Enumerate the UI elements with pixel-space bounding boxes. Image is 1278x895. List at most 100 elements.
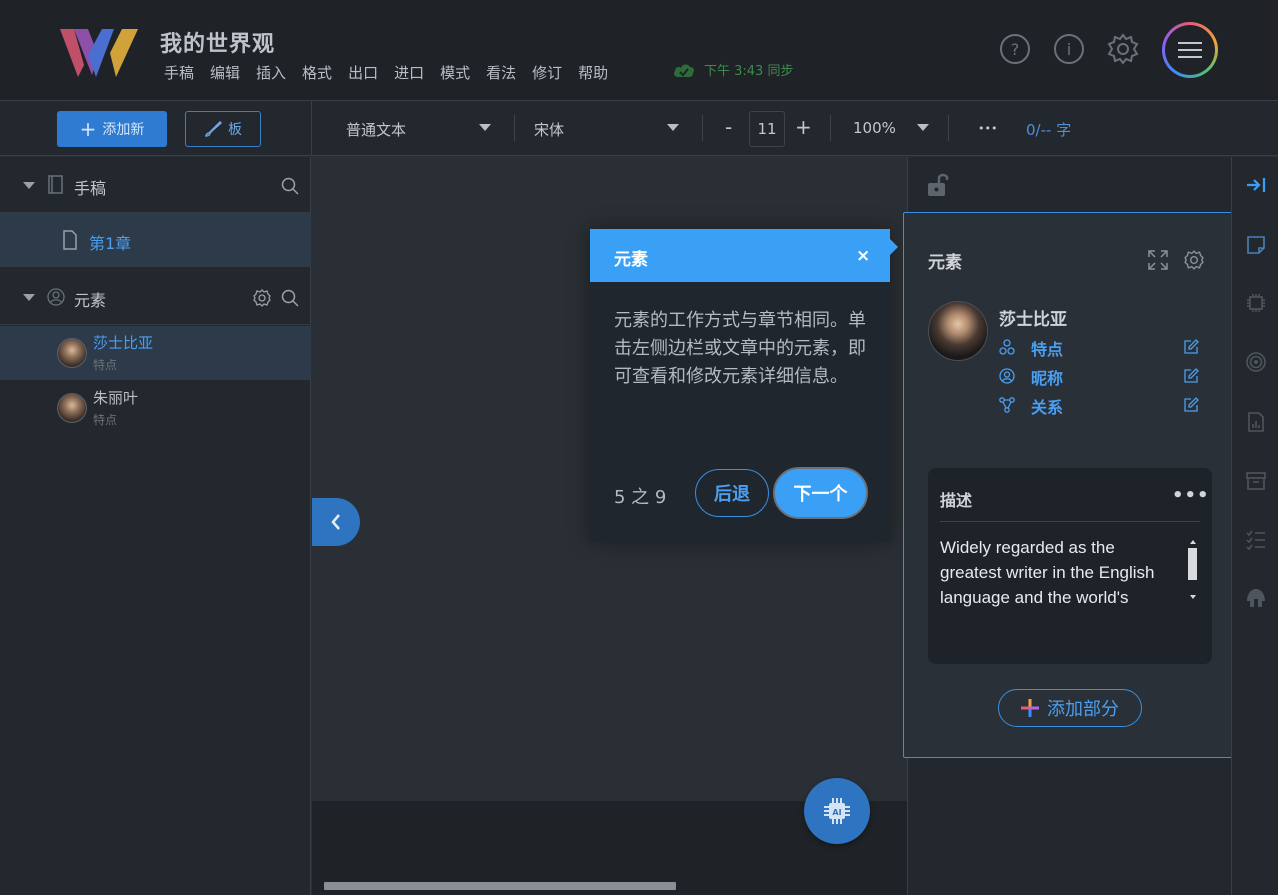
nickname-row[interactable]: 昵称	[999, 365, 1199, 389]
font-caret-icon[interactable]	[667, 124, 679, 131]
chevron-left-icon	[331, 514, 340, 530]
relationship-network-icon	[999, 397, 1015, 413]
traits-icon	[999, 339, 1015, 355]
description-text[interactable]: Widely regarded as the greatest writer i…	[940, 535, 1180, 610]
scroll-up-icon[interactable]	[1189, 539, 1197, 545]
app-title: 我的世界观	[160, 32, 276, 57]
menu-manuscript[interactable]: 手稿	[164, 62, 194, 83]
menu-edit[interactable]: 编辑	[210, 62, 240, 83]
element-sub: 特点	[93, 413, 118, 427]
avatar	[57, 393, 87, 423]
settings-gear-icon[interactable]	[1106, 32, 1140, 66]
menu-import[interactable]: 进口	[394, 62, 424, 83]
edit-icon[interactable]	[1183, 368, 1199, 384]
menu-bar: 手稿 编辑 插入 格式 出口 进口 模式 看法 修订 帮助	[164, 62, 624, 83]
menu-mode[interactable]: 模式	[440, 62, 470, 83]
traits-row[interactable]: 特点	[999, 336, 1199, 360]
manuscript-section-header[interactable]: 手稿	[0, 157, 311, 213]
element-name: 莎士比亚	[999, 310, 1067, 330]
element-portrait[interactable]	[928, 301, 988, 361]
brush-icon	[205, 120, 222, 137]
menu-export[interactable]: 出口	[348, 62, 378, 83]
right-icon-rail	[1231, 157, 1278, 895]
description-title: 描述	[940, 491, 973, 510]
plus-icon: +	[79, 117, 97, 141]
horizontal-scrollbar[interactable]	[324, 882, 676, 890]
elements-section-header[interactable]: 元素	[0, 269, 311, 325]
unlock-icon[interactable]	[926, 172, 952, 198]
word-count[interactable]: 0/-- 字	[1026, 119, 1071, 140]
help-icon[interactable]: ?	[998, 32, 1032, 66]
document-icon	[63, 230, 77, 250]
tour-header: 元素 ×	[590, 229, 890, 282]
main-menu-button[interactable]	[1162, 22, 1218, 78]
user-circle-icon	[999, 368, 1015, 384]
info-icon[interactable]: i	[1052, 32, 1086, 66]
font-size-increase-button[interactable]: +	[795, 115, 812, 139]
font-size-input[interactable]: 11	[749, 111, 785, 147]
menu-insert[interactable]: 插入	[256, 62, 286, 83]
description-scrollbar[interactable]	[1188, 548, 1197, 580]
app-logo-icon	[60, 29, 138, 77]
left-sidebar: 手稿 第1章 元素 莎士比亚 特点 朱丽叶 特点	[0, 157, 311, 895]
tour-title: 元素	[614, 250, 648, 270]
more-options-button[interactable]: •••	[978, 122, 997, 135]
zoom-select[interactable]: 100%	[853, 119, 896, 137]
add-new-button[interactable]: + 添加新	[57, 111, 167, 147]
add-new-label: 添加新	[102, 122, 145, 138]
user-circle-icon	[47, 288, 65, 306]
sticky-note-icon[interactable]	[1245, 234, 1267, 256]
gear-icon[interactable]	[1184, 250, 1204, 270]
tour-back-button[interactable]: 后退	[695, 469, 769, 517]
close-icon[interactable]: ×	[856, 246, 870, 266]
caret-down-icon[interactable]	[23, 182, 35, 189]
search-icon[interactable]	[281, 289, 299, 307]
ai-chip-icon: AI	[824, 798, 850, 824]
search-icon[interactable]	[281, 177, 299, 195]
menu-help[interactable]: 帮助	[578, 62, 608, 83]
report-chart-icon[interactable]	[1245, 411, 1267, 433]
checklist-icon[interactable]	[1245, 529, 1267, 551]
element-item-shakespeare[interactable]: 莎士比亚 特点	[0, 326, 311, 380]
text-style-select[interactable]: 普通文本	[346, 119, 406, 140]
archive-icon[interactable]	[1245, 470, 1267, 492]
element-detail-panel: 元素 莎士比亚 特点 昵称 关系 描述 ••• Widely regarded …	[903, 212, 1238, 758]
collapse-sidebar-button[interactable]	[312, 498, 360, 546]
tour-body-text: 元素的工作方式与章节相同。单击左侧边栏或文章中的元素，即可查看和修改元素详细信息…	[614, 310, 866, 387]
add-section-button[interactable]: 添加部分	[998, 689, 1142, 727]
menu-view[interactable]: 看法	[486, 62, 516, 83]
sync-status: 下午 3:43 同步	[672, 60, 793, 79]
edit-icon[interactable]	[1183, 339, 1199, 355]
chapter-item[interactable]: 第1章	[0, 213, 311, 267]
menu-revision[interactable]: 修订	[532, 62, 562, 83]
font-select[interactable]: 宋体	[534, 119, 564, 140]
description-card: 描述 ••• Widely regarded as the greatest w…	[928, 468, 1212, 664]
zoom-caret-icon[interactable]	[917, 124, 929, 131]
panel-title: 元素	[928, 253, 962, 273]
avatar	[57, 338, 87, 368]
font-size-decrease-button[interactable]: -	[725, 115, 732, 139]
element-item-juliet[interactable]: 朱丽叶 特点	[0, 381, 311, 435]
hamburger-icon	[1178, 42, 1202, 58]
helmet-icon[interactable]	[1245, 587, 1267, 609]
board-label: 板	[228, 122, 242, 138]
ai-assistant-button[interactable]: AI	[804, 778, 870, 844]
text-style-caret-icon[interactable]	[479, 124, 491, 131]
gear-icon[interactable]	[253, 289, 271, 307]
caret-down-icon[interactable]	[23, 294, 35, 301]
board-button[interactable]: 板	[185, 111, 261, 147]
elements-label: 元素	[74, 291, 107, 310]
chapter-label: 第1章	[89, 234, 132, 253]
expand-icon[interactable]	[1148, 250, 1168, 270]
panel-collapse-right-icon[interactable]	[1245, 174, 1267, 196]
relationships-row[interactable]: 关系	[999, 394, 1199, 418]
add-section-label: 添加部分	[1047, 699, 1119, 720]
more-options-button[interactable]: •••	[1172, 485, 1210, 506]
scroll-down-icon[interactable]	[1189, 594, 1197, 600]
edit-icon[interactable]	[1183, 397, 1199, 413]
target-icon[interactable]	[1245, 351, 1267, 373]
menu-format[interactable]: 格式	[302, 62, 332, 83]
ai-chip-icon[interactable]	[1245, 292, 1267, 314]
tour-next-button[interactable]: 下一个	[773, 467, 868, 519]
book-icon	[48, 175, 63, 194]
